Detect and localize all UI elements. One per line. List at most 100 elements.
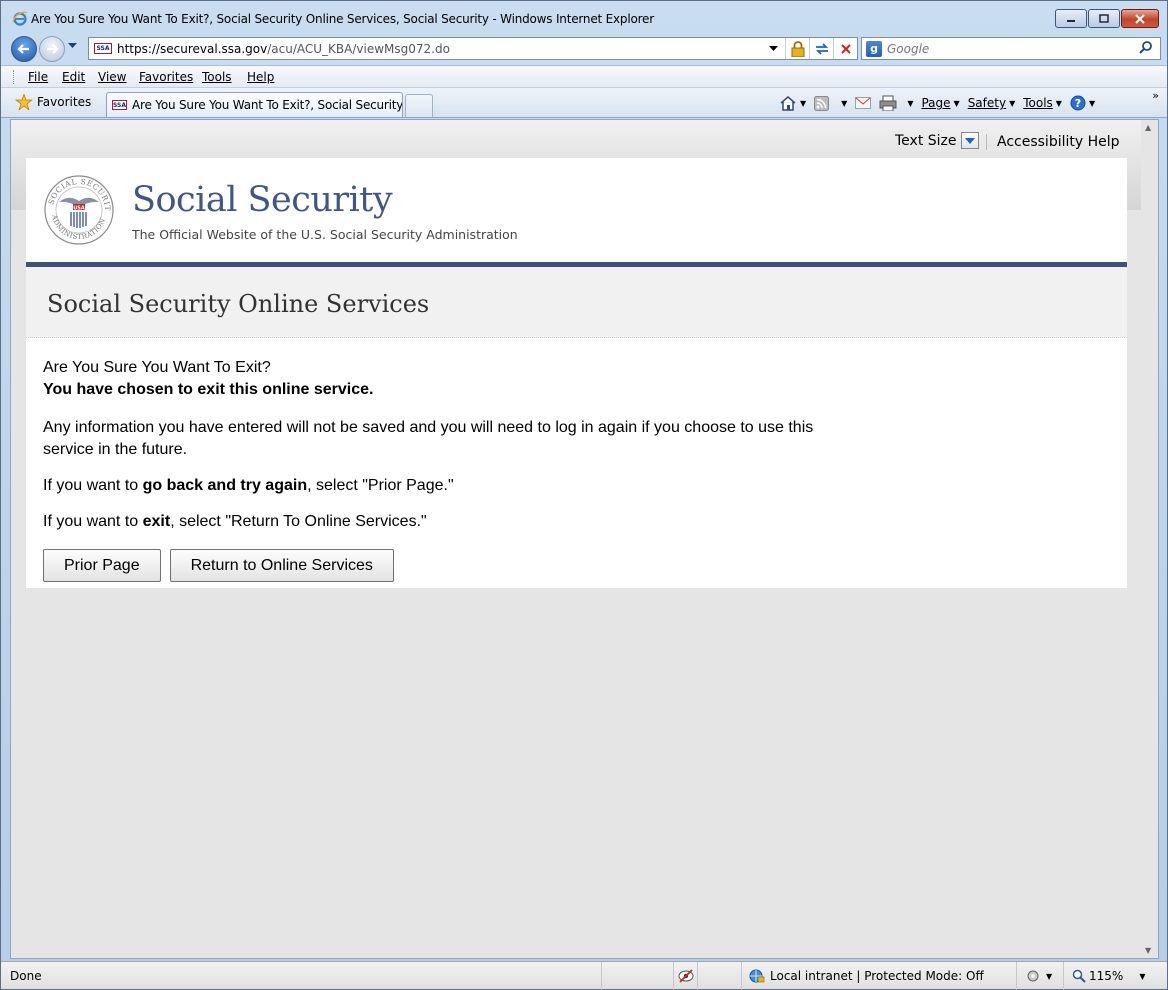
stop-x-icon [840,43,851,54]
printer-icon [879,95,897,111]
utility-divider [986,134,987,150]
site-tagline: The Official Website of the U.S. Social … [132,227,518,242]
favorites-button[interactable]: Favorites [15,94,91,110]
settings-gear-icon [1027,970,1039,982]
favorites-tab-bar: Favorites SSA Are You Sure You Want To E… [1,87,1167,118]
title-bar: Are You Sure You Want To Exit?, Social S… [1,1,1167,35]
action-buttons: Prior Page Return to Online Services [43,549,403,582]
active-tab[interactable]: SSA Are You Sure You Want To Exit?, Soci… [106,92,403,117]
tab-favicon: SSA [112,100,128,110]
help-menu[interactable]: ? ▼ [1070,95,1095,111]
menu-file[interactable]: File [28,70,48,84]
address-dropdown-button[interactable] [761,38,785,59]
refresh-button[interactable] [809,38,833,59]
status-bar: Done Local intranet | Protected Mode: Of… [1,961,1167,990]
search-icon[interactable] [1138,41,1154,55]
zoom-level: 115% [1089,969,1124,983]
prior-page-button[interactable]: Prior Page [43,549,161,582]
rss-feed-icon [814,95,830,111]
menu-view[interactable]: View [98,70,126,84]
scroll-down-icon[interactable]: ▼ [1145,946,1151,955]
chevron-down-icon: ▼ [1046,971,1053,981]
svg-text:USA: USA [73,206,85,212]
menu-help[interactable]: Help [247,70,274,84]
menu-edit[interactable]: Edit [62,70,85,84]
internet-explorer-icon [12,11,28,26]
page-menu[interactable]: Page ▼ [921,96,959,110]
close-window-button[interactable] [1121,9,1159,28]
status-spacer [601,962,673,990]
stop-button[interactable] [833,38,857,59]
maximize-icon [1099,14,1109,23]
zoom-control[interactable]: 115% ▼ [1063,962,1167,990]
section-title: Social Security Online Services [47,290,430,318]
page-viewport: Text Size Accessibility Help SOCIAL SECU… [10,119,1159,959]
recent-pages-dropdown-icon[interactable] [68,43,77,49]
section-header: Social Security Online Services [26,267,1127,338]
chevron-down-icon [768,45,778,51]
return-to-online-services-button[interactable]: Return to Online Services [169,549,394,582]
chevron-down-icon: ▼ [1139,971,1146,981]
back-button[interactable] [11,36,37,62]
exit-instruction: If you want to exit, select "Return To O… [43,513,427,530]
privacy-report-button[interactable] [673,962,697,990]
info-warning-text: Any information you have entered will no… [43,419,814,458]
maximize-button[interactable] [1088,9,1120,28]
refresh-icon [815,42,828,55]
back-arrow-icon [17,44,29,54]
local-intranet-globe-icon [749,969,765,983]
accessibility-help-link[interactable]: Accessibility Help [997,134,1120,150]
feeds-button[interactable]: ▼ [814,95,847,111]
home-button[interactable]: ▼ [779,95,806,111]
chevron-down-icon [964,137,975,144]
security-zone[interactable]: Local intranet | Protected Mode: Off [741,962,1016,990]
vertical-scrollbar[interactable]: ▲ ▼ [1141,120,1158,958]
menu-favorites[interactable]: Favorites [139,70,193,84]
lock-icon [791,40,804,57]
exit-confirmation-text: You have chosen to exit this online serv… [43,381,374,398]
toolbar-overflow-chevron[interactable]: » [1152,89,1159,102]
security-report-button[interactable] [785,38,809,59]
help-icon: ? [1070,95,1086,111]
favorites-label: Favorites [37,95,92,109]
search-input[interactable] [887,41,1117,56]
site-brand-title[interactable]: Social Security [132,180,393,220]
tools-menu[interactable]: Tools ▼ [1023,96,1062,110]
print-button[interactable]: ▼ [879,95,913,111]
privacy-eye-icon [678,969,694,983]
exit-question: Are You Sure You Want To Exit? [43,359,271,376]
svg-text:?: ? [1075,97,1081,110]
google-search-provider-icon[interactable]: g [866,40,882,57]
close-icon [1135,13,1145,24]
zone-label: Local intranet | Protected Mode: Off [770,969,984,983]
read-mail-button[interactable] [855,97,872,109]
ie-window: Are You Sure You Want To Exit?, Social S… [0,0,1168,990]
active-tab-label: Are You Sure You Want To Exit?, Social S… [132,98,402,112]
menu-tools[interactable]: Tools [202,70,232,84]
address-bar[interactable]: SSA https://secureval.ssa.gov/acu/ACU_KB… [88,37,858,60]
toolbar-grip[interactable] [13,70,15,84]
forward-arrow-icon [47,44,59,54]
status-text: Done [10,969,42,983]
text-size-control[interactable]: Text Size [895,132,979,149]
command-bar: ▼ ▼ ▼ Page ▼ Safety ▼ Tools ▼ ? ▼ [779,92,1103,114]
exit-message: Are You Sure You Want To Exit? You have … [43,357,863,547]
text-size-dropdown[interactable] [960,132,979,149]
page-card: SOCIAL SECURITY ADMINISTRATION USA Socia… [26,158,1127,588]
home-icon [780,96,796,111]
address-url[interactable]: https://secureval.ssa.gov/acu/ACU_KBA/vi… [117,42,450,56]
ssa-seal-logo[interactable]: SOCIAL SECURITY ADMINISTRATION USA [43,174,115,246]
zoom-magnifier-icon [1072,969,1086,983]
search-box[interactable]: g [861,37,1161,60]
menu-bar: File Edit View Favorites Tools Help [1,65,1167,87]
minimize-button[interactable] [1055,9,1087,28]
popup-blocker-button[interactable]: ▼ [1016,962,1063,990]
site-favicon: SSA [94,43,112,54]
safety-menu[interactable]: Safety ▼ [968,96,1016,110]
window-title: Are You Sure You Want To Exit?, Social S… [31,12,654,26]
text-size-label: Text Size [895,132,957,149]
site-header: SOCIAL SECURITY ADMINISTRATION USA Socia… [26,158,1127,262]
forward-button[interactable] [39,36,65,62]
scroll-up-icon[interactable]: ▲ [1145,123,1151,132]
new-tab-button[interactable] [405,94,433,117]
